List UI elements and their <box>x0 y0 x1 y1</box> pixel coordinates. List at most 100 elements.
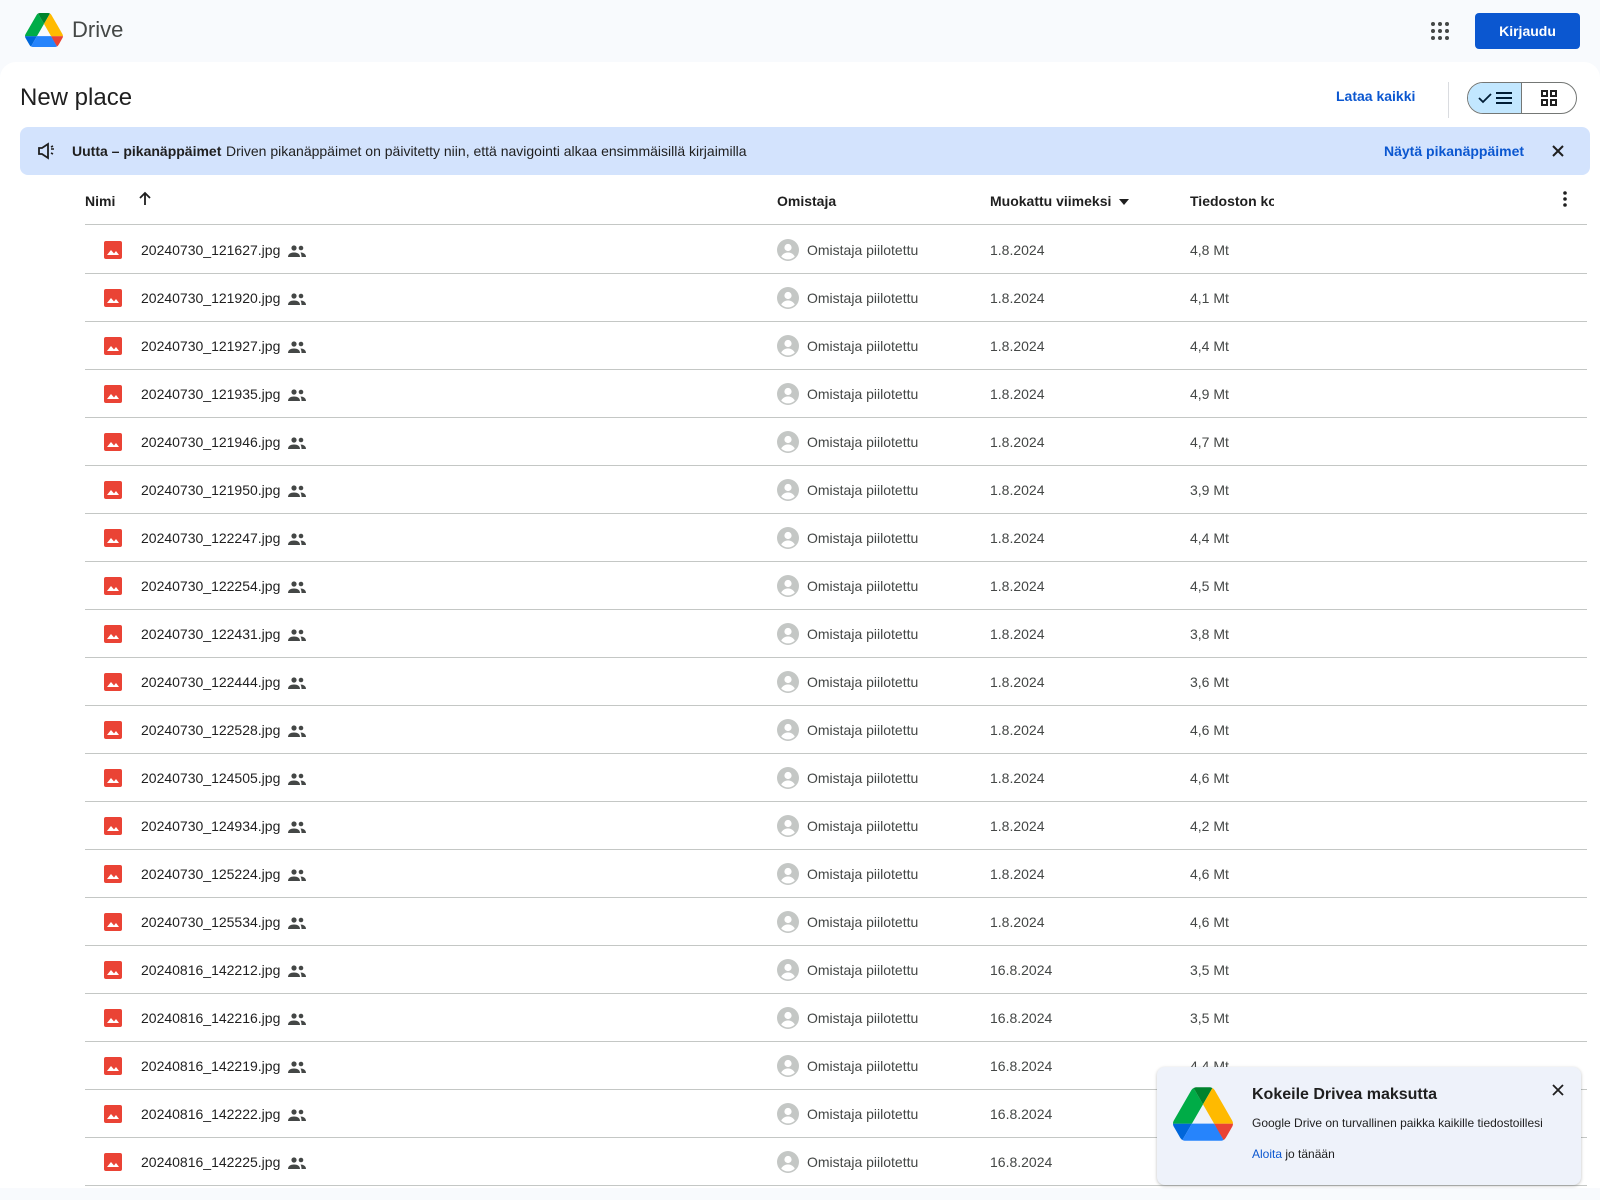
file-name-label: 20240730_122254.jpg <box>141 578 281 594</box>
list-view-button[interactable] <box>1468 83 1523 113</box>
show-shortcuts-link[interactable]: Näytä pikanäppäimet <box>1384 143 1524 159</box>
file-name: 20240730_122528.jpg <box>141 722 307 738</box>
file-name: 20240730_121627.jpg <box>141 242 307 258</box>
owner-label: Omistaja piilotettu <box>807 1010 919 1026</box>
image-file-icon <box>104 1009 122 1027</box>
table-row[interactable]: 20240730_125534.jpg Omistaja piilotettu 1.… <box>85 898 1587 946</box>
close-icon[interactable] <box>1549 1081 1567 1099</box>
file-name: 20240730_121950.jpg <box>141 482 307 498</box>
owner-label: Omistaja piilotettu <box>807 1154 919 1170</box>
column-header-name[interactable]: Nimi <box>85 193 115 209</box>
file-size: 4,4 Mt <box>1190 338 1229 354</box>
table-row[interactable]: 20240730_122247.jpg Omistaja piilotettu 1.… <box>85 514 1587 562</box>
table-row[interactable]: 20240730_122431.jpg Omistaja piilotettu 1.… <box>85 610 1587 658</box>
modified-date: 16.8.2024 <box>990 1010 1053 1026</box>
main-content: New place Lataa kaikki Uutta – pikanäppä… <box>0 62 1600 1188</box>
file-name: 20240730_121935.jpg <box>141 386 307 402</box>
image-file-icon <box>104 1057 122 1075</box>
owner-label: Omistaja piilotettu <box>807 1058 919 1074</box>
file-size: 4,4 Mt <box>1190 530 1229 546</box>
modified-date: 1.8.2024 <box>990 530 1045 546</box>
file-name-label: 20240816_142219.jpg <box>141 1058 281 1074</box>
file-size: 4,6 Mt <box>1190 722 1229 738</box>
people-icon <box>288 485 307 498</box>
sign-in-button[interactable]: Kirjaudu <box>1475 13 1580 49</box>
modified-date: 16.8.2024 <box>990 1154 1053 1170</box>
table-row[interactable]: 20240816_142212.jpg Omistaja piilotettu 16… <box>85 946 1587 994</box>
file-name: 20240816_142225.jpg <box>141 1154 307 1170</box>
get-started-link[interactable]: Aloita <box>1252 1147 1282 1161</box>
avatar-icon <box>777 575 799 597</box>
modified-date: 1.8.2024 <box>990 482 1045 498</box>
modified-date: 1.8.2024 <box>990 866 1045 882</box>
table-row[interactable]: 20240730_122444.jpg Omistaja piilotettu 1.… <box>85 658 1587 706</box>
people-icon <box>288 773 307 786</box>
modified-date: 1.8.2024 <box>990 290 1045 306</box>
owner-label: Omistaja piilotettu <box>807 962 919 978</box>
grid-view-button[interactable] <box>1522 83 1576 113</box>
avatar-icon <box>777 623 799 645</box>
file-name-label: 20240730_121927.jpg <box>141 338 281 354</box>
image-file-icon <box>104 337 122 355</box>
table-row[interactable]: 20240730_124934.jpg Omistaja piilotettu 1.… <box>85 802 1587 850</box>
column-header-modified-label: Muokattu viimeksi <box>990 193 1112 209</box>
table-row[interactable]: 20240730_121946.jpg Omistaja piilotettu 1.… <box>85 418 1587 466</box>
drive-logo-icon[interactable] <box>25 13 63 47</box>
file-size: 4,8 Mt <box>1190 242 1229 258</box>
owner-label: Omistaja piilotettu <box>807 338 919 354</box>
image-file-icon <box>104 577 122 595</box>
file-name: 20240816_142212.jpg <box>141 962 307 978</box>
check-icon <box>1477 93 1492 104</box>
apps-grid-icon[interactable] <box>1430 21 1450 41</box>
image-file-icon <box>104 769 122 787</box>
file-size: 3,9 Mt <box>1190 482 1229 498</box>
file-size: 4,6 Mt <box>1190 914 1229 930</box>
app-brand: Drive <box>72 17 124 42</box>
file-name: 20240730_125224.jpg <box>141 866 307 882</box>
image-file-icon <box>104 1105 122 1123</box>
table-row[interactable]: 20240730_121935.jpg Omistaja piilotettu 1.… <box>85 370 1587 418</box>
download-all-button[interactable]: Lataa kaikki <box>1336 88 1415 104</box>
table-row[interactable]: 20240730_121950.jpg Omistaja piilotettu 1.… <box>85 466 1587 514</box>
table-row[interactable]: 20240730_122528.jpg Omistaja piilotettu 1.… <box>85 706 1587 754</box>
people-icon <box>288 245 307 258</box>
table-row[interactable]: 20240730_124505.jpg Omistaja piilotettu 1.… <box>85 754 1587 802</box>
image-file-icon <box>104 241 122 259</box>
image-file-icon <box>104 481 122 499</box>
table-row[interactable]: 20240730_125224.jpg Omistaja piilotettu 1.… <box>85 850 1587 898</box>
people-icon <box>288 1109 307 1122</box>
avatar-icon <box>777 959 799 981</box>
caret-down-icon <box>1119 199 1130 206</box>
column-header-modified[interactable]: Muokattu viimeksi <box>990 193 1130 209</box>
avatar-icon <box>777 1151 799 1173</box>
file-name: 20240730_124505.jpg <box>141 770 307 786</box>
file-name-label: 20240730_121627.jpg <box>141 242 281 258</box>
file-name-label: 20240730_124934.jpg <box>141 818 281 834</box>
table-row[interactable]: 20240730_122254.jpg Omistaja piilotettu 1.… <box>85 562 1587 610</box>
owner-label: Omistaja piilotettu <box>807 866 919 882</box>
file-name: 20240730_122431.jpg <box>141 626 307 642</box>
image-file-icon <box>104 673 122 691</box>
table-header: Nimi Omistaja Muokattu viimeksi Tiedosto… <box>85 177 1587 225</box>
file-size: 4,7 Mt <box>1190 434 1229 450</box>
people-icon <box>288 725 307 738</box>
table-row[interactable]: 20240730_121927.jpg Omistaja piilotettu 1.… <box>85 322 1587 370</box>
modified-date: 16.8.2024 <box>990 962 1053 978</box>
arrow-up-icon[interactable] <box>135 189 155 209</box>
more-vert-icon[interactable] <box>1555 189 1575 209</box>
close-icon[interactable] <box>1548 141 1568 161</box>
column-header-size[interactable]: Tiedoston koko <box>1190 193 1274 209</box>
people-icon <box>288 677 307 690</box>
file-name-label: 20240730_122444.jpg <box>141 674 281 690</box>
column-header-owner[interactable]: Omistaja <box>777 193 836 209</box>
avatar-icon <box>777 863 799 885</box>
table-row[interactable]: 20240816_142216.jpg Omistaja piilotettu 16… <box>85 994 1587 1042</box>
file-name-label: 20240730_124505.jpg <box>141 770 281 786</box>
file-name-label: 20240816_142225.jpg <box>141 1154 281 1170</box>
promo-cta: Aloita jo tänään <box>1252 1147 1335 1161</box>
file-size: 3,8 Mt <box>1190 626 1229 642</box>
table-row[interactable]: 20240730_121920.jpg Omistaja piilotettu 1.… <box>85 274 1587 322</box>
file-size: 4,9 Mt <box>1190 386 1229 402</box>
owner-label: Omistaja piilotettu <box>807 1106 919 1122</box>
table-row[interactable]: 20240730_121627.jpg Omistaja piilotettu 1.… <box>85 226 1587 274</box>
